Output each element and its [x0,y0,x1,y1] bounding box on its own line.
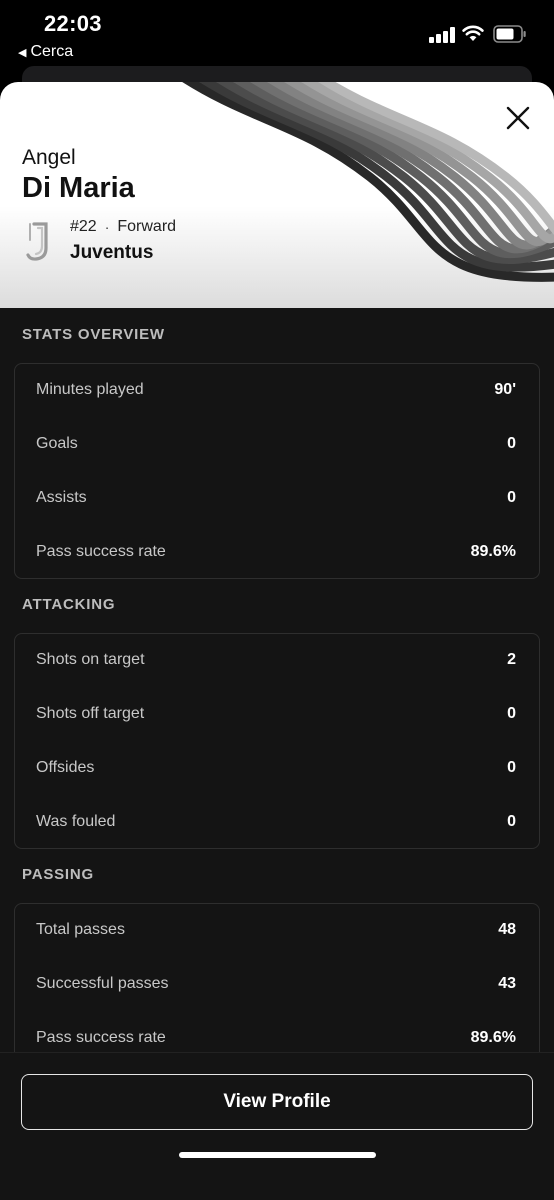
section-title-attacking: ATTACKING [22,596,116,613]
stats-overview-card: Minutes played 90' Goals 0 Assists 0 Pas… [14,363,540,579]
stat-label: Minutes played [36,381,144,398]
player-number: #22 [70,218,97,235]
wifi-icon [462,25,484,41]
view-profile-button[interactable]: View Profile [21,1074,533,1130]
player-team: Juventus [70,242,154,263]
stat-label: Shots on target [36,651,145,668]
player-number-position: #22 · Forward [70,218,176,236]
stat-value: 90' [494,381,516,398]
player-header: Angel Di Maria #22 · Forward Juventus [0,82,554,308]
section-title-passing: PASSING [22,866,95,883]
stat-row: Assists 0 [15,472,539,526]
stat-value: 0 [507,759,516,776]
stat-row: Minutes played 90' [15,364,539,418]
player-first-name: Angel [22,146,76,169]
player-stats-sheet: Angel Di Maria #22 · Forward Juventus ST… [0,82,554,1200]
stat-value: 0 [507,705,516,722]
stat-label: Total passes [36,921,125,938]
stat-label: Pass success rate [36,1029,166,1046]
back-to-app-link[interactable]: ◀ Cerca [18,43,73,61]
stat-row: Goals 0 [15,418,539,472]
player-last-name: Di Maria [22,172,135,204]
back-arrow-icon: ◀ [18,46,27,59]
stat-row: Successful passes 43 [15,958,539,1012]
stat-row: Offsides 0 [15,742,539,796]
battery-icon [493,25,526,43]
stat-label: Shots off target [36,705,145,722]
stat-row: Was fouled 0 [15,796,539,850]
stat-label: Offsides [36,759,95,776]
bottom-action-bar: View Profile [0,1052,554,1200]
stat-value: 89.6% [470,1029,516,1046]
juventus-logo-icon [26,222,48,261]
stat-label: Successful passes [36,975,169,992]
section-title-stats-overview: STATS OVERVIEW [22,326,165,343]
home-indicator[interactable] [179,1152,376,1158]
separator-dot: · [104,219,110,235]
stat-value: 0 [507,489,516,506]
stat-row: Total passes 48 [15,904,539,958]
stat-value: 48 [498,921,516,938]
stat-value: 89.6% [470,543,516,560]
stat-label: Assists [36,489,87,506]
player-position: Forward [117,218,177,235]
stat-label: Goals [36,435,78,452]
attacking-card: Shots on target 2 Shots off target 0 Off… [14,633,540,849]
stat-label: Was fouled [36,813,116,830]
stat-row: Pass success rate 89.6% [15,526,539,580]
stat-row: Shots on target 2 [15,634,539,688]
status-bar: 22:03 ◀ Cerca [0,0,554,66]
stat-value: 0 [507,813,516,830]
stat-value: 2 [507,651,516,668]
stat-label: Pass success rate [36,543,166,560]
close-icon[interactable] [500,100,536,136]
signal-icon [429,27,455,43]
stat-value: 0 [507,435,516,452]
stat-value: 43 [498,975,516,992]
status-time: 22:03 [44,11,102,36]
back-app-label: Cerca [30,43,74,60]
stat-row: Shots off target 0 [15,688,539,742]
